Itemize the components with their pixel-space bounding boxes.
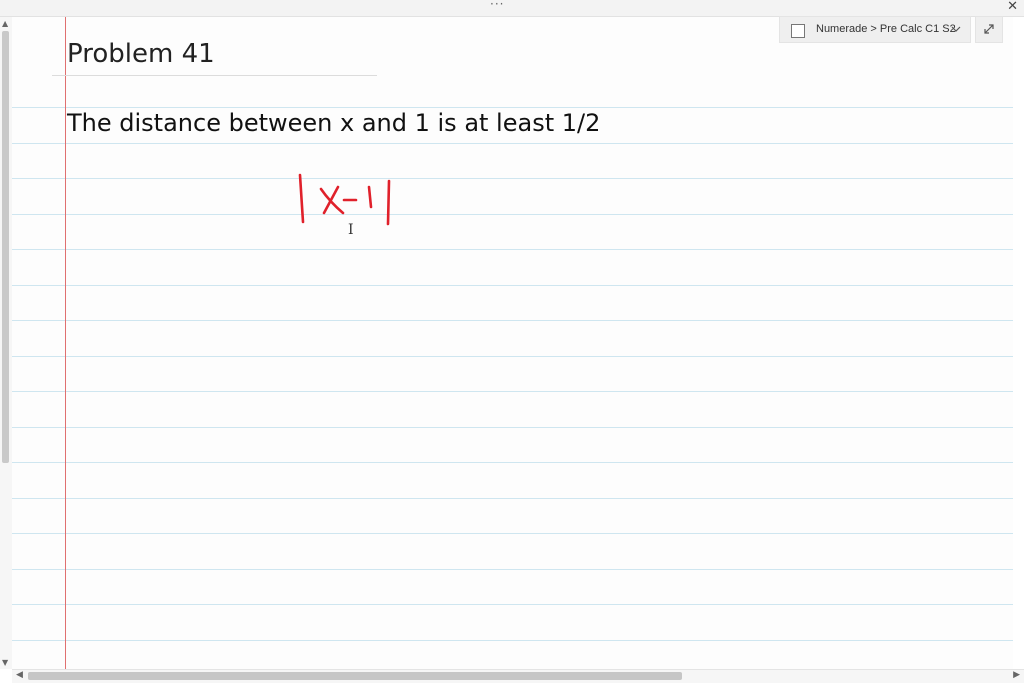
title-divider [52,75,377,76]
ruled-line [12,143,1013,144]
close-icon[interactable]: ✕ [1007,0,1018,14]
scroll-left-arrow-icon[interactable]: ◀ [16,670,23,680]
ruled-line [12,569,1013,570]
ruled-line [12,249,1013,250]
ruled-line [12,640,1013,641]
more-options-icon[interactable]: ··· [490,0,504,11]
ruled-line [12,604,1013,605]
ruled-line [12,320,1013,321]
ruled-line [12,214,1013,215]
ruled-line [12,178,1013,179]
ink-x-stroke-2 [322,185,340,215]
ruled-line [12,533,1013,534]
ink-abs-bar-right [386,179,391,226]
i-beam-cursor-icon: I [348,222,354,238]
expand-icon [984,24,994,34]
ruled-line [12,462,1013,463]
notebook-page[interactable]: Problem 41 The distance between x and 1 … [12,17,1013,669]
page-title[interactable]: Problem 41 [67,39,215,69]
ink-x-stroke-1 [319,187,345,215]
breadcrumb-label[interactable]: Numerade > Pre Calc C1 S2 [816,23,956,35]
chevron-down-icon[interactable] [951,24,961,34]
ink-one [367,185,373,209]
ruled-line [12,285,1013,286]
problem-statement[interactable]: The distance between x and 1 is at least… [67,109,600,137]
ruled-line [12,498,1013,499]
ruled-line [12,391,1013,392]
scroll-right-arrow-icon[interactable]: ▶ [1013,670,1020,680]
margin-line [65,17,66,669]
scroll-down-arrow-icon[interactable]: ▼ [2,658,8,667]
checkbox-icon[interactable] [791,24,805,38]
ruled-line [12,107,1013,108]
window-title-bar: ··· ✕ [0,0,1024,17]
scroll-up-arrow-icon[interactable]: ▲ [2,19,8,28]
horizontal-scrollbar[interactable]: ◀ ▶ [12,669,1024,683]
horizontal-scroll-thumb[interactable] [28,672,682,680]
ruled-line [12,427,1013,428]
vertical-scroll-thumb[interactable] [2,31,9,463]
notebook-breadcrumb[interactable]: Numerade > Pre Calc C1 S2 [779,16,971,43]
ruled-line [12,356,1013,357]
expand-button[interactable] [975,16,1003,43]
